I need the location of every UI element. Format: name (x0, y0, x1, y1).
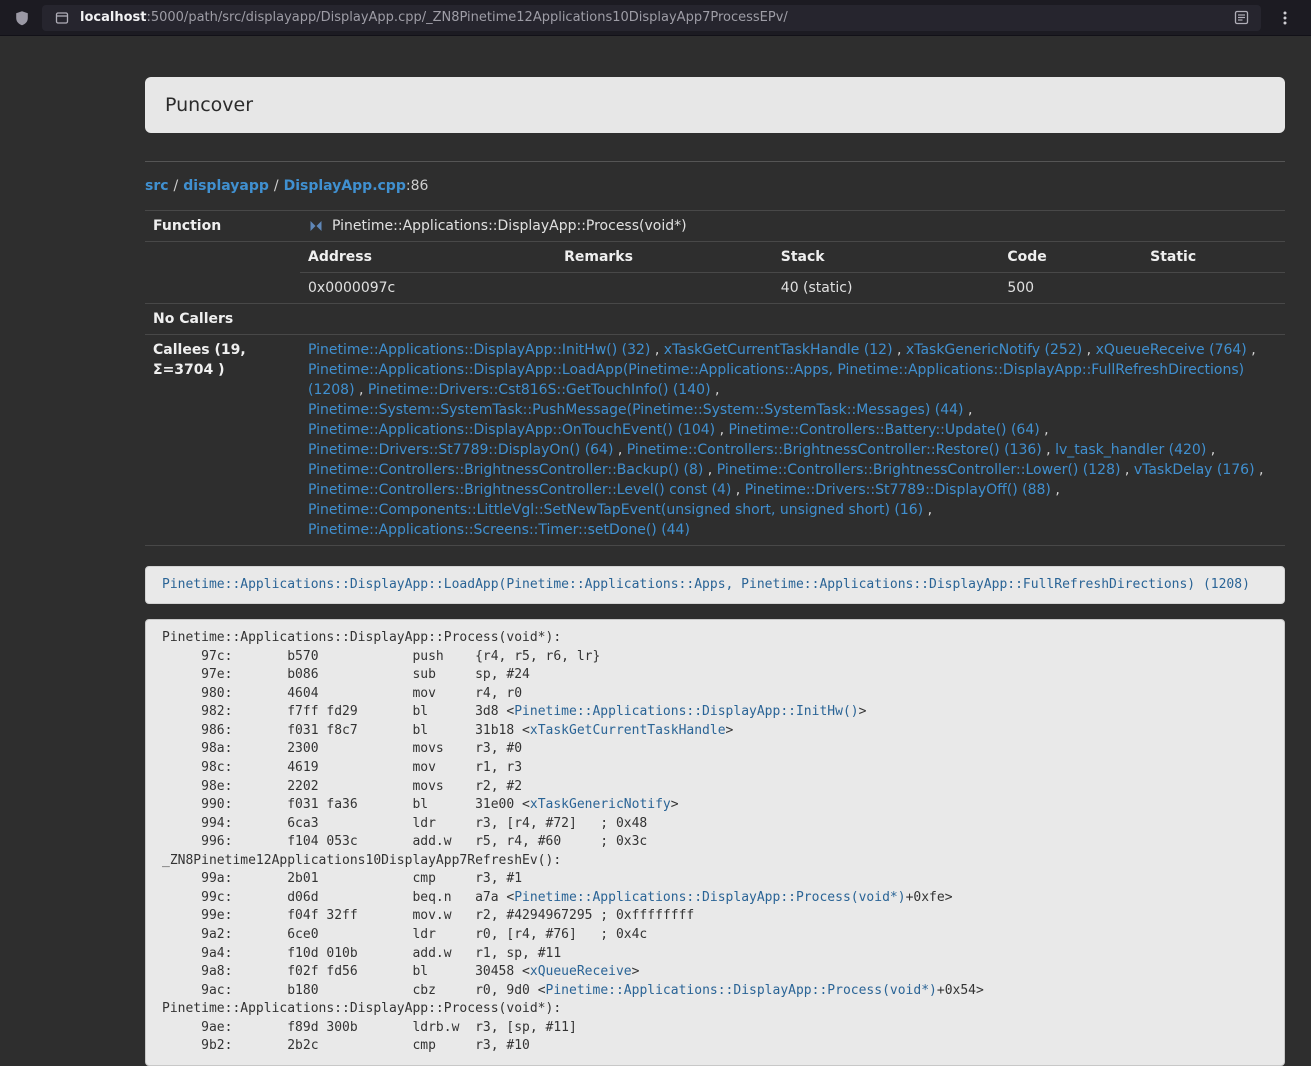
callee-link[interactable]: Pinetime::Controllers::BrightnessControl… (308, 462, 703, 478)
page-container: Puncover src/displayapp/DisplayApp.cpp:8… (145, 77, 1285, 1066)
function-icon (308, 218, 324, 234)
no-callers-label: No Callers (145, 304, 300, 335)
function-row: Function Pinetime::Applications::Display… (145, 211, 1285, 242)
breadcrumb-link-displayapp[interactable]: displayapp (183, 178, 269, 194)
stack-value: 40 (static) (773, 273, 1000, 304)
highlight-panel: Pinetime::Applications::DisplayApp::Load… (145, 566, 1285, 604)
callee-link[interactable]: Pinetime::Applications::DisplayApp::Init… (308, 342, 650, 358)
code-symbol-link[interactable]: xTaskGenericNotify (530, 797, 671, 812)
callee-link[interactable]: lv_task_handler (420) (1055, 442, 1206, 458)
breadcrumb: src/displayapp/DisplayApp.cpp:86 (145, 176, 1285, 196)
static-value (1142, 273, 1285, 304)
page-title: Puncover (165, 93, 1265, 117)
callee-link[interactable]: Pinetime::System::SystemTask::PushMessag… (308, 402, 964, 418)
function-name: Pinetime::Applications::DisplayApp::Proc… (332, 218, 687, 234)
divider (145, 161, 1285, 162)
callee-link[interactable]: Pinetime::Controllers::BrightnessControl… (717, 462, 1121, 478)
callee-link[interactable]: Pinetime::Components::LittleVgl::SetNewT… (308, 502, 923, 518)
callee-link[interactable]: vTaskDelay (176) (1134, 462, 1255, 478)
code-value: 500 (999, 273, 1142, 304)
breadcrumb-link-src[interactable]: src (145, 178, 169, 194)
code-symbol-link[interactable]: Pinetime::Applications::DisplayApp::Proc… (514, 890, 905, 905)
url-text: localhost:5000/path/src/displayapp/Displ… (80, 10, 1223, 25)
callee-link[interactable]: xQueueReceive (764) (1096, 342, 1247, 358)
no-callers-row: No Callers (145, 304, 1285, 335)
tracking-shield-icon[interactable] (12, 8, 32, 28)
url-path: :5000/path/src/displayapp/DisplayApp.cpp… (146, 10, 787, 25)
line-number: :86 (406, 178, 429, 194)
empty-label-cell (145, 242, 300, 304)
page-info-icon[interactable] (52, 8, 72, 28)
largest-callee-link[interactable]: Pinetime::Applications::DisplayApp::Load… (162, 577, 1250, 592)
breadcrumb-link-file[interactable]: DisplayApp.cpp (284, 178, 406, 194)
code-symbol-link[interactable]: Pinetime::Applications::DisplayApp::Init… (514, 704, 858, 719)
column-header-remarks: Remarks (556, 242, 773, 273)
callee-link[interactable]: Pinetime::Drivers::Cst816S::GetTouchInfo… (368, 382, 711, 398)
callee-link[interactable]: Pinetime::Controllers::Battery::Update()… (728, 422, 1039, 438)
function-table: Function Pinetime::Applications::Display… (145, 210, 1285, 546)
browser-chrome: localhost:5000/path/src/displayapp/Displ… (0, 0, 1311, 36)
reader-view-icon[interactable] (1231, 8, 1251, 28)
function-details-cell: Address Remarks Stack Code Static 0x0000… (300, 242, 1285, 304)
page-header: Puncover (145, 77, 1285, 133)
callee-link[interactable]: Pinetime::Drivers::St7789::DisplayOff() … (745, 482, 1051, 498)
no-callers-cell (300, 304, 1285, 335)
details-header-row: Address Remarks Stack Code Static (300, 242, 1285, 273)
callees-label: Callees (19, Σ=3704 ) (145, 335, 300, 546)
remarks-value (556, 273, 773, 304)
column-header-address: Address (300, 242, 556, 273)
callee-link[interactable]: Pinetime::Controllers::BrightnessControl… (308, 482, 731, 498)
code-symbol-link[interactable]: xQueueReceive (530, 964, 632, 979)
column-header-static: Static (1142, 242, 1285, 273)
breadcrumb-separator: / (174, 178, 179, 194)
url-host: localhost (80, 10, 146, 25)
callees-cell: Pinetime::Applications::DisplayApp::Init… (300, 335, 1285, 546)
column-header-stack: Stack (773, 242, 1000, 273)
disassembly: Pinetime::Applications::DisplayApp::Proc… (145, 619, 1285, 1066)
function-name-cell: Pinetime::Applications::DisplayApp::Proc… (300, 211, 1285, 242)
function-label: Function (145, 211, 300, 242)
menu-icon[interactable] (1271, 4, 1299, 32)
code-symbol-link[interactable]: xTaskGetCurrentTaskHandle (530, 723, 726, 738)
callee-link[interactable]: Pinetime::Drivers::St7789::DisplayOn() (… (308, 442, 613, 458)
callees-row: Callees (19, Σ=3704 ) Pinetime::Applicat… (145, 335, 1285, 546)
function-details-table: Address Remarks Stack Code Static 0x0000… (300, 242, 1285, 303)
url-bar[interactable]: localhost:5000/path/src/displayapp/Displ… (42, 5, 1261, 31)
breadcrumb-separator: / (274, 178, 279, 194)
callee-link[interactable]: Pinetime::Applications::DisplayApp::OnTo… (308, 422, 715, 438)
function-details-row: Address Remarks Stack Code Static 0x0000… (145, 242, 1285, 304)
column-header-code: Code (999, 242, 1142, 273)
address-value: 0x0000097c (300, 273, 556, 304)
details-value-row: 0x0000097c 40 (static) 500 (300, 273, 1285, 304)
callee-link[interactable]: Pinetime::Applications::Screens::Timer::… (308, 522, 690, 538)
callee-link[interactable]: xTaskGenericNotify (252) (906, 342, 1082, 358)
callee-link[interactable]: Pinetime::Controllers::BrightnessControl… (627, 442, 1042, 458)
code-symbol-link[interactable]: Pinetime::Applications::DisplayApp::Proc… (546, 983, 937, 998)
callee-link[interactable]: xTaskGetCurrentTaskHandle (12) (664, 342, 893, 358)
